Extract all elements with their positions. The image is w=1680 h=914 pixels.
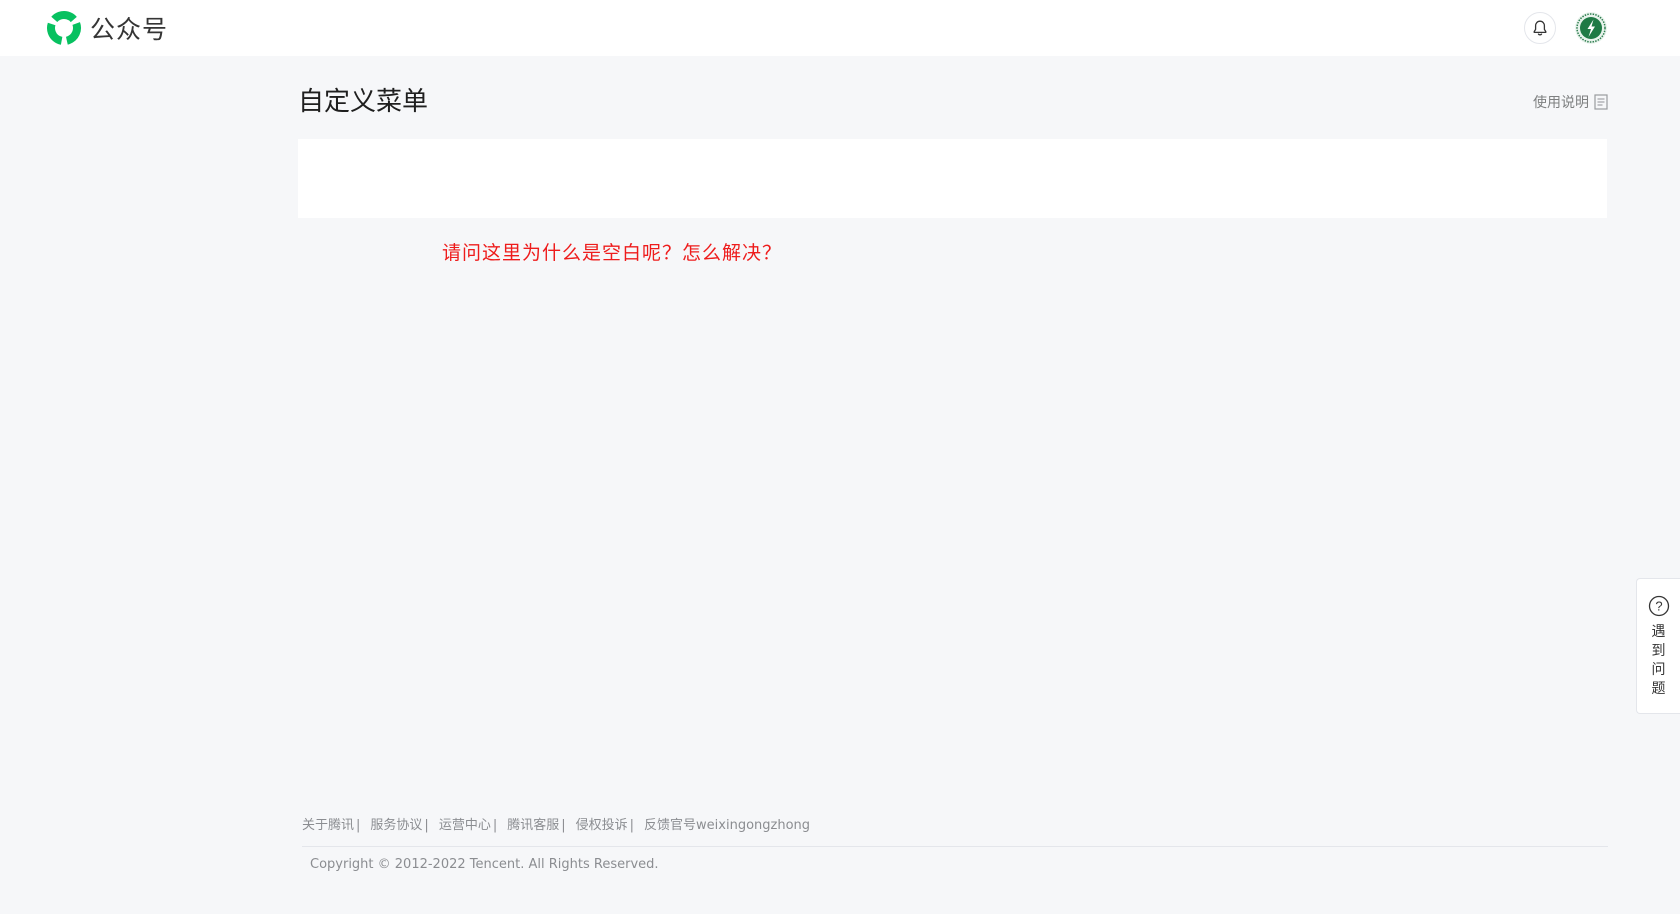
svg-text:?: ? [1655, 599, 1662, 614]
copyright-text: Copyright © 2012-2022 Tencent. All Right… [310, 857, 659, 872]
footer-links: 关于腾讯 | 服务协议 | 运营中心 | 腾讯客服 | 侵权投诉 | 反馈官号w… [302, 817, 810, 835]
question-circle-icon: ? [1648, 595, 1669, 617]
menu-editor-panel [298, 139, 1607, 218]
footer-link-feedback-account[interactable]: 反馈官号weixingongzhong [644, 817, 810, 835]
wechat-official-account-logo-icon [47, 11, 81, 45]
footer-link-infringement-complaint[interactable]: 侵权投诉 [576, 817, 628, 835]
notification-button[interactable] [1524, 12, 1556, 44]
brand[interactable]: 公众号 [46, 10, 168, 46]
avatar-image-icon [1575, 12, 1607, 44]
footer-separator: | [561, 818, 566, 833]
footer-separator: | [356, 818, 361, 833]
usage-instructions-link[interactable]: 使用说明 [1533, 92, 1608, 112]
footer-separator: | [492, 818, 498, 833]
top-navigation-bar: 公众号 [0, 0, 1680, 56]
footer-separator: | [629, 818, 635, 833]
usage-instructions-label: 使用说明 [1533, 95, 1589, 111]
footer-link-service-agreement[interactable]: 服务协议 [370, 817, 422, 835]
account-avatar[interactable] [1575, 12, 1607, 44]
annotation-question-text: 请问这里为什么是空白呢？怎么解决？ [442, 242, 783, 264]
encounter-problem-button[interactable]: ? 遇到问题 [1636, 578, 1680, 714]
footer-link-about-tencent[interactable]: 关于腾讯 [302, 817, 354, 835]
document-icon [1594, 94, 1608, 110]
footer-separator: | [424, 818, 429, 833]
brand-name: 公众号 [90, 15, 169, 44]
footer-link-operations-center[interactable]: 运营中心 [439, 817, 491, 835]
bell-icon [1533, 20, 1547, 36]
encounter-problem-label: 遇到问题 [1651, 624, 1666, 697]
footer-link-customer-service[interactable]: 腾讯客服 [507, 817, 559, 835]
footer-divider [302, 846, 1608, 847]
page-title: 自定义菜单 [298, 87, 429, 117]
